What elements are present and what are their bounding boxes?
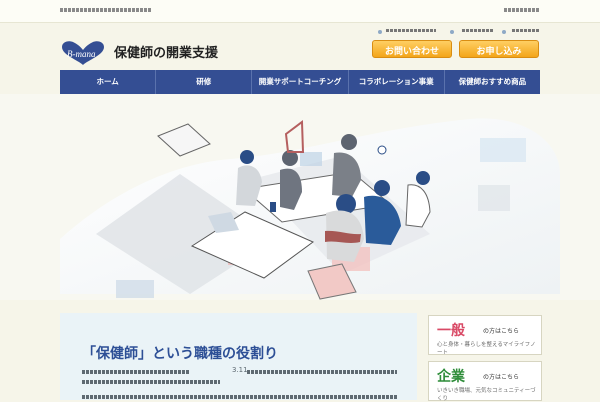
contact-button[interactable]: お問い合わせ xyxy=(372,40,452,58)
general-banner-title: 一般 xyxy=(437,323,465,339)
utility-link-3[interactable] xyxy=(512,29,540,32)
header: B-mana 保健師の開業支援 お問い合わせ お申し込み xyxy=(0,22,600,70)
paragraph-line xyxy=(82,370,190,374)
utility-link-2[interactable] xyxy=(462,29,494,32)
section-title: 「保健師」という職種の役割り xyxy=(82,345,278,362)
paragraph-line xyxy=(82,380,220,384)
general-banner-label: の方はこちら xyxy=(483,328,520,335)
general-user-banner[interactable]: 一般 の方はこちら 心と身体・暮らしを整えるマイライフノート xyxy=(428,315,542,356)
apply-button[interactable]: お申し込み xyxy=(459,40,539,58)
nav-item-collaboration[interactable]: コラボレーション事業 xyxy=(349,70,445,94)
top-bar xyxy=(0,0,600,23)
paragraph-line xyxy=(247,370,397,374)
hero-illustration xyxy=(0,94,600,300)
top-right-text xyxy=(504,8,540,12)
main-nav: ホーム 研修 開業サポートコーチング コラボレーション事業 保健師おすすめ商品 xyxy=(60,70,540,94)
content-panel: 「保健師」という職種の役割り 3.11 xyxy=(60,313,417,400)
brand-logo[interactable]: B-mana xyxy=(60,40,106,66)
nav-item-training[interactable]: 研修 xyxy=(156,70,253,94)
top-left-text xyxy=(60,8,152,12)
paragraph-number: 3.11 xyxy=(232,366,248,374)
utility-link-1[interactable] xyxy=(386,29,436,32)
utility-dot-icon xyxy=(378,30,382,34)
nav-item-coaching[interactable]: 開業サポートコーチング xyxy=(252,70,349,94)
meeting-illustration-icon xyxy=(0,94,600,300)
corporate-user-banner[interactable]: 企業 の方はこちら いきいき職場、元気なコミュニティーづくり xyxy=(428,361,542,402)
logo-text: B-mana xyxy=(67,49,96,59)
nav-item-products[interactable]: 保健師おすすめ商品 xyxy=(445,70,540,94)
utility-dot-icon xyxy=(502,30,506,34)
corporate-banner-label: の方はこちら xyxy=(483,374,520,381)
site-title[interactable]: 保健師の開業支援 xyxy=(114,42,218,61)
nav-item-home[interactable]: ホーム xyxy=(60,70,157,94)
corporate-banner-title: 企業 xyxy=(437,369,465,385)
general-banner-subtitle: 心と身体・暮らしを整えるマイライフノート xyxy=(437,342,536,356)
utility-dot-icon xyxy=(450,30,454,34)
heart-logo-icon: B-mana xyxy=(62,41,104,65)
paragraph-line xyxy=(82,395,397,399)
